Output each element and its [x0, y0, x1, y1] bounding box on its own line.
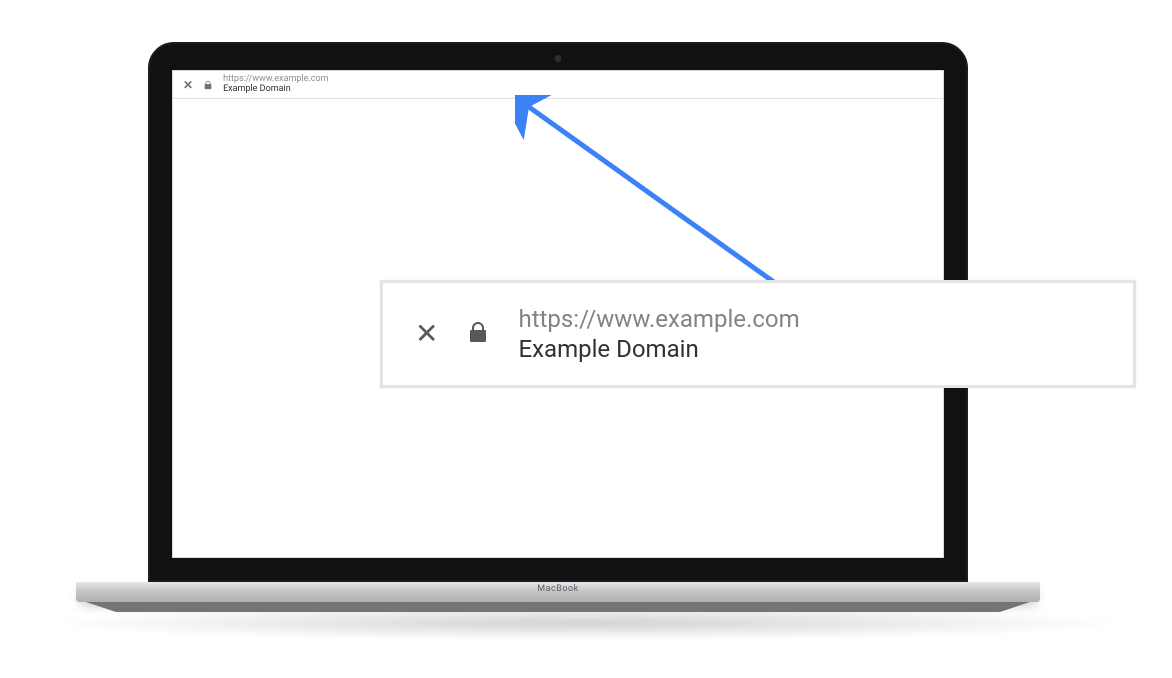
device-label: MacBook — [537, 584, 578, 594]
laptop-hinge: MacBook — [76, 582, 1040, 602]
browser-bar-text: https://www.example.com Example Domain — [223, 75, 328, 95]
page-title: Example Domain — [518, 335, 799, 363]
close-icon[interactable]: ✕ — [183, 79, 193, 91]
overlay-text: https://www.example.com Example Domain — [518, 305, 799, 363]
lock-icon[interactable] — [203, 75, 213, 94]
browser-bar: ✕ https://www.example.com Example Domain — [173, 71, 943, 99]
url-text: https://www.example.com — [518, 305, 799, 333]
webcam — [555, 55, 562, 62]
lock-icon[interactable] — [466, 318, 490, 350]
page-title: Example Domain — [223, 85, 328, 95]
laptop-foot — [86, 602, 1030, 612]
close-icon[interactable]: ✕ — [415, 320, 438, 348]
zoom-overlay: ✕ https://www.example.com Example Domain — [380, 280, 1136, 388]
